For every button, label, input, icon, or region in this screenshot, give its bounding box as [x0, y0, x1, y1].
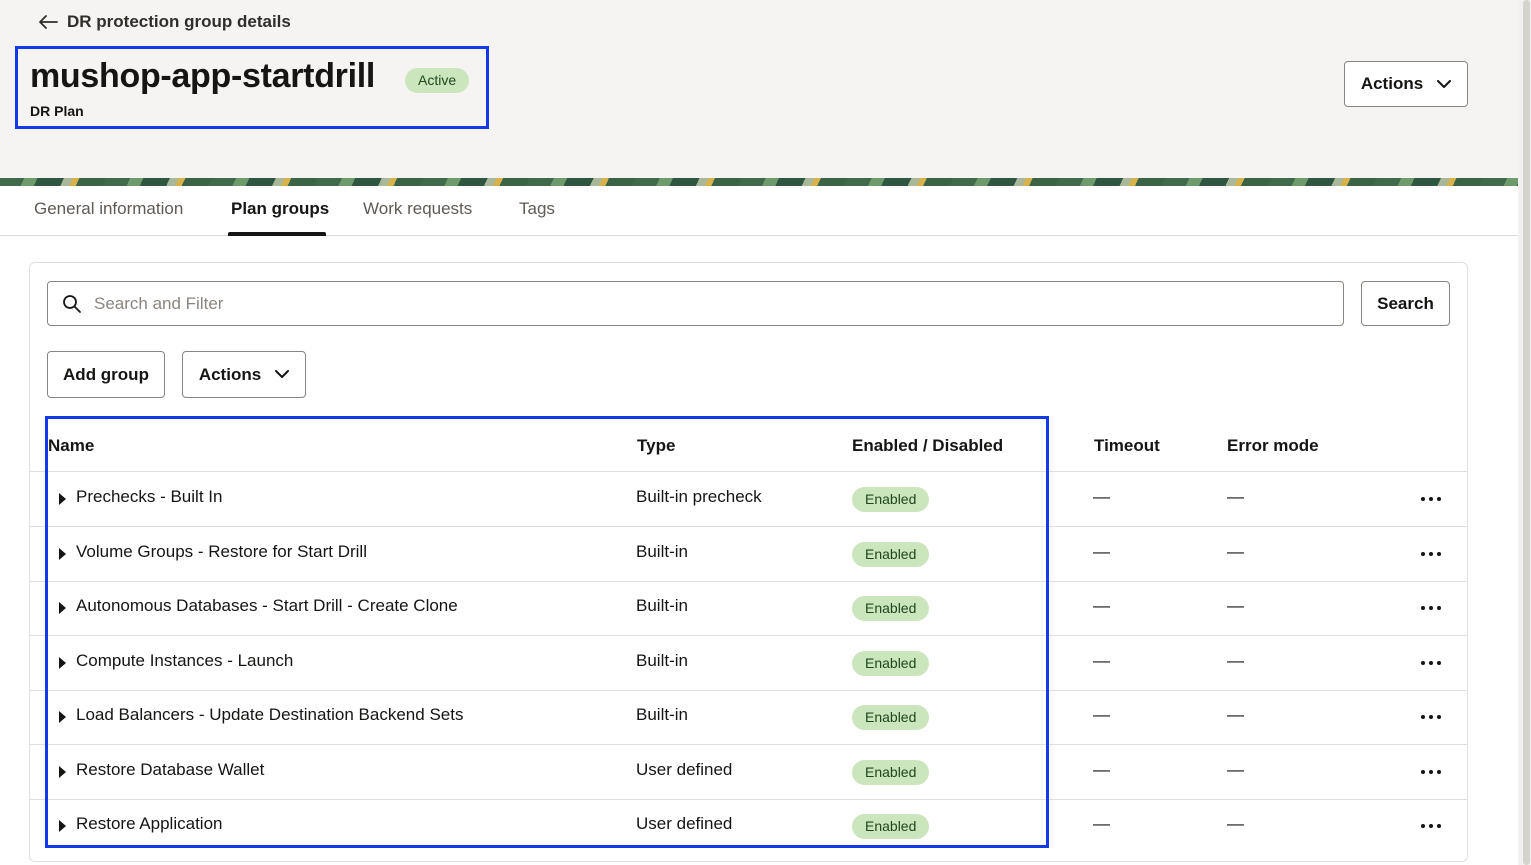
column-header-name[interactable]: Name	[48, 436, 94, 456]
enabled-badge: Enabled	[852, 596, 930, 621]
tab-bar: General information Plan groups Work req…	[0, 186, 1518, 236]
table-row[interactable]: Restore Application User defined Enabled…	[30, 800, 1467, 854]
caret-right-icon[interactable]	[59, 766, 66, 778]
add-group-button[interactable]: Add group	[47, 351, 165, 398]
tab-plan-groups[interactable]: Plan groups	[231, 199, 329, 219]
page-subtitle: DR Plan	[30, 103, 84, 119]
back-link-label: DR protection group details	[67, 12, 291, 31]
row-name: Compute Instances - Launch	[76, 651, 294, 670]
row-name: Autonomous Databases - Start Drill - Cre…	[76, 596, 458, 615]
chevron-down-icon	[275, 370, 290, 378]
scrollbar-thumb[interactable]	[1523, 0, 1530, 865]
row-error-mode: —	[1227, 814, 1244, 833]
tab-general-information[interactable]: General information	[34, 199, 183, 219]
search-input[interactable]	[94, 290, 1324, 318]
toolbar-actions-label: Actions	[198, 364, 262, 384]
more-options-icon[interactable]	[1419, 596, 1443, 620]
row-timeout: —	[1093, 814, 1110, 833]
column-header-type[interactable]: Type	[637, 436, 675, 456]
table-row[interactable]: Volume Groups - Restore for Start Drill …	[30, 528, 1467, 582]
more-options-icon[interactable]	[1419, 542, 1443, 566]
table-row[interactable]: Autonomous Databases - Start Drill - Cre…	[30, 582, 1467, 636]
search-field[interactable]	[47, 281, 1344, 326]
column-header-error-mode[interactable]: Error mode	[1227, 436, 1319, 456]
row-type: Built-in	[636, 651, 688, 670]
row-type: User defined	[636, 814, 733, 833]
row-timeout: —	[1093, 542, 1110, 561]
row-type: Built-in	[636, 705, 688, 724]
search-icon	[63, 295, 81, 313]
status-badge: Active	[405, 68, 470, 93]
caret-right-icon[interactable]	[59, 493, 66, 505]
row-error-mode: —	[1227, 596, 1244, 615]
enabled-badge: Enabled	[852, 542, 930, 567]
more-options-icon[interactable]	[1419, 487, 1443, 511]
row-type: User defined	[636, 760, 733, 779]
row-error-mode: —	[1227, 487, 1244, 506]
row-timeout: —	[1093, 487, 1110, 506]
header-actions-label: Actions	[1360, 74, 1424, 93]
column-header-timeout[interactable]: Timeout	[1094, 436, 1160, 456]
row-name: Load Balancers - Update Destination Back…	[76, 705, 464, 724]
row-timeout: —	[1093, 760, 1110, 779]
row-type: Built-in precheck	[636, 487, 762, 506]
enabled-badge: Enabled	[852, 651, 930, 676]
more-options-icon[interactable]	[1419, 705, 1443, 729]
row-name: Restore Database Wallet	[76, 760, 265, 779]
enabled-badge: Enabled	[852, 760, 930, 785]
row-timeout: —	[1093, 705, 1110, 724]
column-header-enabled[interactable]: Enabled / Disabled	[852, 436, 1003, 456]
enabled-badge: Enabled	[852, 814, 930, 839]
row-error-mode: —	[1227, 651, 1244, 670]
caret-right-icon[interactable]	[59, 820, 66, 832]
decorative-banner	[0, 178, 1518, 186]
table-row[interactable]: Prechecks - Built In Built-in precheck E…	[30, 473, 1467, 527]
caret-right-icon[interactable]	[59, 548, 66, 560]
row-name: Prechecks - Built In	[76, 487, 223, 506]
row-error-mode: —	[1227, 705, 1244, 724]
back-link[interactable]: DR protection group details	[38, 12, 291, 32]
page-title: mushop-app-startdrill	[30, 57, 376, 95]
enabled-badge: Enabled	[852, 487, 930, 512]
tab-work-requests[interactable]: Work requests	[363, 199, 472, 219]
row-name: Volume Groups - Restore for Start Drill	[76, 542, 367, 561]
tab-tags[interactable]: Tags	[519, 199, 555, 219]
table-header: Name Type Enabled / Disabled Timeout Err…	[30, 420, 1467, 472]
enabled-badge: Enabled	[852, 705, 930, 730]
arrow-left-icon	[39, 15, 58, 29]
more-options-icon[interactable]	[1419, 814, 1443, 838]
table-row[interactable]: Restore Database Wallet User defined Ena…	[30, 746, 1467, 800]
header-actions-button[interactable]: Actions	[1344, 61, 1468, 107]
row-type: Built-in	[636, 542, 688, 561]
table-row[interactable]: Load Balancers - Update Destination Back…	[30, 691, 1467, 745]
row-name: Restore Application	[76, 814, 223, 833]
active-tab-indicator	[228, 232, 326, 236]
toolbar-actions-button[interactable]: Actions	[182, 351, 306, 398]
row-error-mode: —	[1227, 760, 1244, 779]
caret-right-icon[interactable]	[59, 711, 66, 723]
caret-right-icon[interactable]	[59, 602, 66, 614]
row-error-mode: —	[1227, 542, 1244, 561]
chevron-down-icon	[1437, 79, 1452, 88]
search-button[interactable]: Search	[1361, 281, 1450, 326]
more-options-icon[interactable]	[1419, 651, 1443, 675]
row-timeout: —	[1093, 651, 1110, 670]
row-type: Built-in	[636, 596, 688, 615]
table-row[interactable]: Compute Instances - Launch Built-in Enab…	[30, 637, 1467, 691]
more-options-icon[interactable]	[1419, 760, 1443, 784]
caret-right-icon[interactable]	[59, 657, 66, 669]
row-timeout: —	[1093, 596, 1110, 615]
